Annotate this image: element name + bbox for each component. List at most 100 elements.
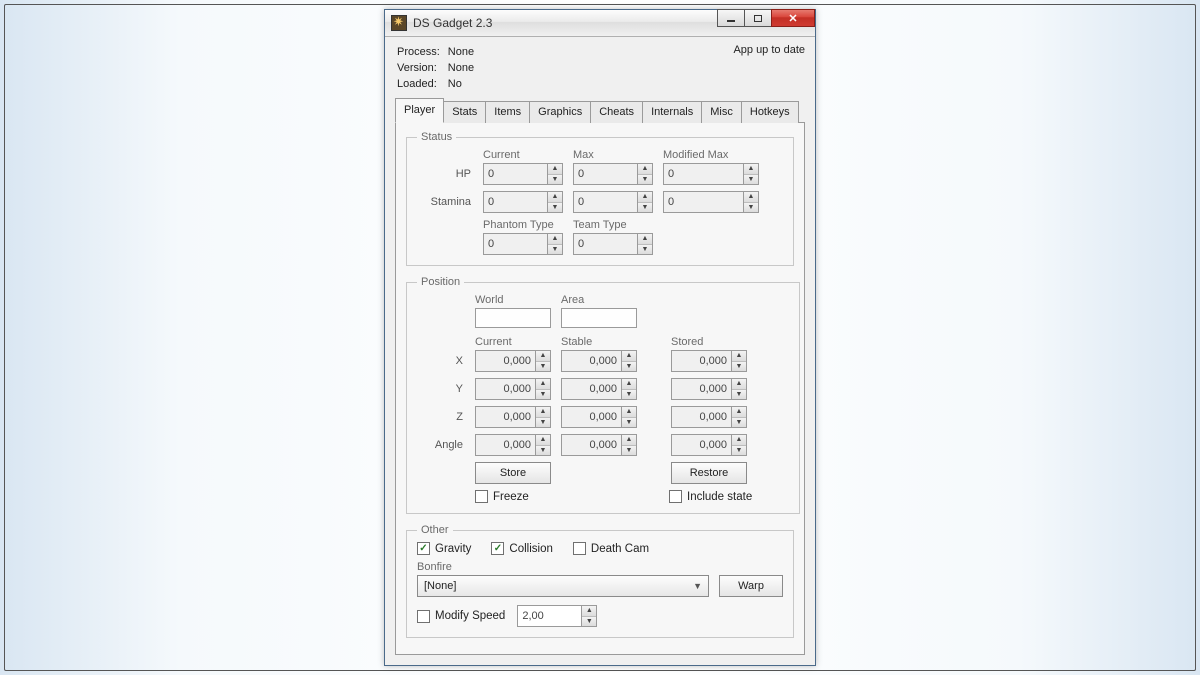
pos-col-stored: Stored	[671, 336, 747, 348]
tabpage-player: Status Current Max Modified Max HP ▲▼ ▲▼…	[395, 122, 805, 655]
window-title: DS Gadget 2.3	[413, 16, 492, 30]
bonfire-combobox[interactable]: [None] ▼	[417, 575, 709, 597]
collision-checkbox[interactable]: Collision	[491, 542, 552, 555]
tab-stats[interactable]: Stats	[443, 101, 486, 123]
angle-current-input[interactable]	[475, 434, 535, 456]
checkbox-icon	[573, 542, 586, 555]
checkbox-icon	[417, 542, 430, 555]
store-button[interactable]: Store	[475, 462, 551, 484]
team-type-input[interactable]	[573, 233, 637, 255]
chevron-down-icon: ▼	[693, 581, 702, 591]
phantom-type-label: Phantom Type	[483, 219, 563, 231]
y-current-input[interactable]	[475, 378, 535, 400]
stamina-label: Stamina	[417, 196, 473, 208]
process-label: Process:	[397, 45, 446, 59]
checkbox-icon	[417, 610, 430, 623]
hp-max-spinner[interactable]: ▲▼	[637, 163, 653, 185]
minimize-button[interactable]	[717, 9, 745, 27]
window-controls	[718, 9, 815, 29]
hp-modmax-input[interactable]	[663, 163, 743, 185]
modify-speed-checkbox[interactable]: Modify Speed	[417, 610, 505, 623]
checkbox-icon	[669, 490, 682, 503]
checkbox-icon	[491, 542, 504, 555]
app-icon	[391, 15, 407, 31]
tab-player[interactable]: Player	[395, 98, 444, 123]
header-row: Process: None Version: None Loaded: No A…	[395, 43, 805, 93]
area-label: Area	[561, 294, 637, 306]
col-max-label: Max	[573, 149, 653, 161]
tab-hotkeys[interactable]: Hotkeys	[741, 101, 799, 123]
checkbox-icon	[475, 490, 488, 503]
stamina-max-input[interactable]	[573, 191, 637, 213]
x-stored-input[interactable]	[671, 350, 731, 372]
z-label: Z	[417, 411, 465, 423]
hp-current-spinner[interactable]: ▲▼	[547, 163, 563, 185]
z-current-input[interactable]	[475, 406, 535, 428]
process-info: Process: None Version: None Loaded: No	[395, 43, 482, 93]
hp-label: HP	[417, 168, 473, 180]
area-input[interactable]	[561, 308, 637, 328]
x-label: X	[417, 355, 465, 367]
process-value: None	[448, 45, 480, 59]
stamina-current-spinner[interactable]: ▲▼	[547, 191, 563, 213]
hp-max-input[interactable]	[573, 163, 637, 185]
warp-button[interactable]: Warp	[719, 575, 783, 597]
z-stored-input[interactable]	[671, 406, 731, 428]
z-stable-input[interactable]	[561, 406, 621, 428]
y-label: Y	[417, 383, 465, 395]
titlebar[interactable]: DS Gadget 2.3	[385, 10, 815, 37]
team-type-label: Team Type	[573, 219, 653, 231]
x-current-input[interactable]	[475, 350, 535, 372]
world-input[interactable]	[475, 308, 551, 328]
gravity-checkbox[interactable]: Gravity	[417, 542, 471, 555]
angle-stored-input[interactable]	[671, 434, 731, 456]
group-status: Status Current Max Modified Max HP ▲▼ ▲▼…	[406, 131, 794, 266]
version-value: None	[448, 61, 480, 75]
angle-stable-input[interactable]	[561, 434, 621, 456]
bonfire-label: Bonfire	[417, 561, 783, 573]
group-position: Position World Area Current Stable St	[406, 276, 800, 514]
tab-misc[interactable]: Misc	[701, 101, 742, 123]
stamina-modmax-spinner[interactable]: ▲▼	[743, 191, 759, 213]
col-current-label: Current	[483, 149, 563, 161]
team-type-spinner[interactable]: ▲▼	[637, 233, 653, 255]
group-status-legend: Status	[417, 131, 456, 143]
group-position-legend: Position	[417, 276, 464, 288]
y-stable-input[interactable]	[561, 378, 621, 400]
group-other-legend: Other	[417, 524, 453, 536]
world-label: World	[475, 294, 551, 306]
speed-spinner[interactable]: ▲▼	[581, 605, 597, 627]
angle-label: Angle	[417, 439, 465, 451]
tab-cheats[interactable]: Cheats	[590, 101, 643, 123]
loaded-label: Loaded:	[397, 77, 446, 91]
phantom-type-spinner[interactable]: ▲▼	[547, 233, 563, 255]
col-modmax-label: Modified Max	[663, 149, 759, 161]
group-other: Other Gravity Collision Death Cam	[406, 524, 794, 638]
stamina-modmax-input[interactable]	[663, 191, 743, 213]
pos-col-stable: Stable	[561, 336, 637, 348]
tabstrip: Player Stats Items Graphics Cheats Inter…	[395, 97, 805, 122]
bonfire-value: [None]	[424, 580, 456, 592]
tab-graphics[interactable]: Graphics	[529, 101, 591, 123]
hp-current-input[interactable]	[483, 163, 547, 185]
freeze-checkbox[interactable]: Freeze	[475, 490, 635, 503]
y-stored-input[interactable]	[671, 378, 731, 400]
tab-items[interactable]: Items	[485, 101, 530, 123]
app-window: DS Gadget 2.3 Process: None Version: Non…	[384, 9, 816, 666]
hp-modmax-spinner[interactable]: ▲▼	[743, 163, 759, 185]
x-stable-input[interactable]	[561, 350, 621, 372]
tab-internals[interactable]: Internals	[642, 101, 702, 123]
include-state-checkbox[interactable]: Include state	[669, 490, 789, 503]
speed-input[interactable]	[517, 605, 581, 627]
phantom-type-input[interactable]	[483, 233, 547, 255]
loaded-value: No	[448, 77, 480, 91]
client-area: Process: None Version: None Loaded: No A…	[385, 37, 815, 665]
maximize-button[interactable]	[744, 9, 772, 27]
pos-col-current: Current	[475, 336, 551, 348]
stamina-max-spinner[interactable]: ▲▼	[637, 191, 653, 213]
deathcam-checkbox[interactable]: Death Cam	[573, 542, 649, 555]
restore-button[interactable]: Restore	[671, 462, 747, 484]
stamina-current-input[interactable]	[483, 191, 547, 213]
update-status: App up to date	[733, 43, 805, 56]
close-button[interactable]	[771, 9, 815, 27]
